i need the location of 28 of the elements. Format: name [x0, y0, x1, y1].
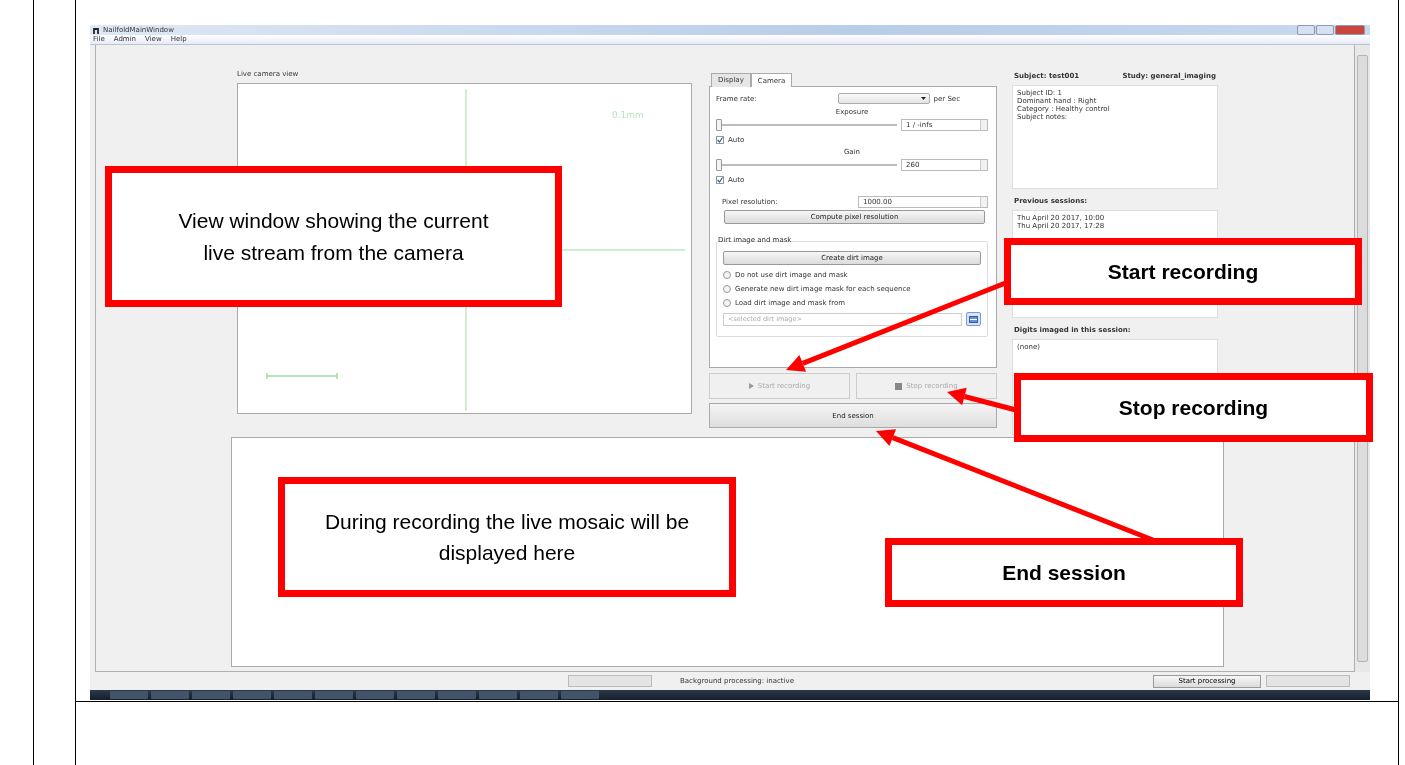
scale-bar-icon: [266, 372, 338, 381]
taskbar[interactable]: [90, 690, 1370, 700]
annotation-tooltip: Stop recording: [1014, 373, 1373, 442]
annotation-tooltip: View window showing the current live stream from the camera: [105, 166, 562, 307]
checkbox[interactable]: [716, 176, 724, 185]
close-button[interactable]: [1335, 25, 1365, 35]
window-icon: [969, 315, 978, 323]
spin-arrows-icon[interactable]: [980, 120, 987, 131]
maximize-button[interactable]: [1316, 25, 1334, 35]
stop-icon: [895, 382, 903, 390]
slider[interactable]: [716, 159, 897, 172]
spin-arrows-icon[interactable]: [980, 160, 987, 171]
checkbox[interactable]: [716, 136, 724, 145]
radio-button[interactable]: [723, 285, 731, 294]
annotation-tooltip: Start recording: [1004, 238, 1362, 305]
slider[interactable]: [716, 119, 897, 132]
spin-arrows-icon[interactable]: [980, 197, 987, 208]
app-logo-icon: [93, 26, 100, 34]
frame-rate-dropdown[interactable]: [837, 93, 930, 105]
radio-button[interactable]: [723, 299, 731, 308]
scale-label: 0.1mm: [612, 110, 644, 121]
play-icon: [748, 383, 754, 390]
minimize-button[interactable]: [1297, 25, 1315, 35]
radio-button[interactable]: [723, 271, 731, 280]
annotation-tooltip: End session: [885, 538, 1243, 607]
dropdown-caret-icon: [920, 97, 926, 101]
annotation-tooltip: During recording the live mosaic will be displayed here: [278, 477, 736, 597]
browse-button[interactable]: [966, 312, 981, 327]
